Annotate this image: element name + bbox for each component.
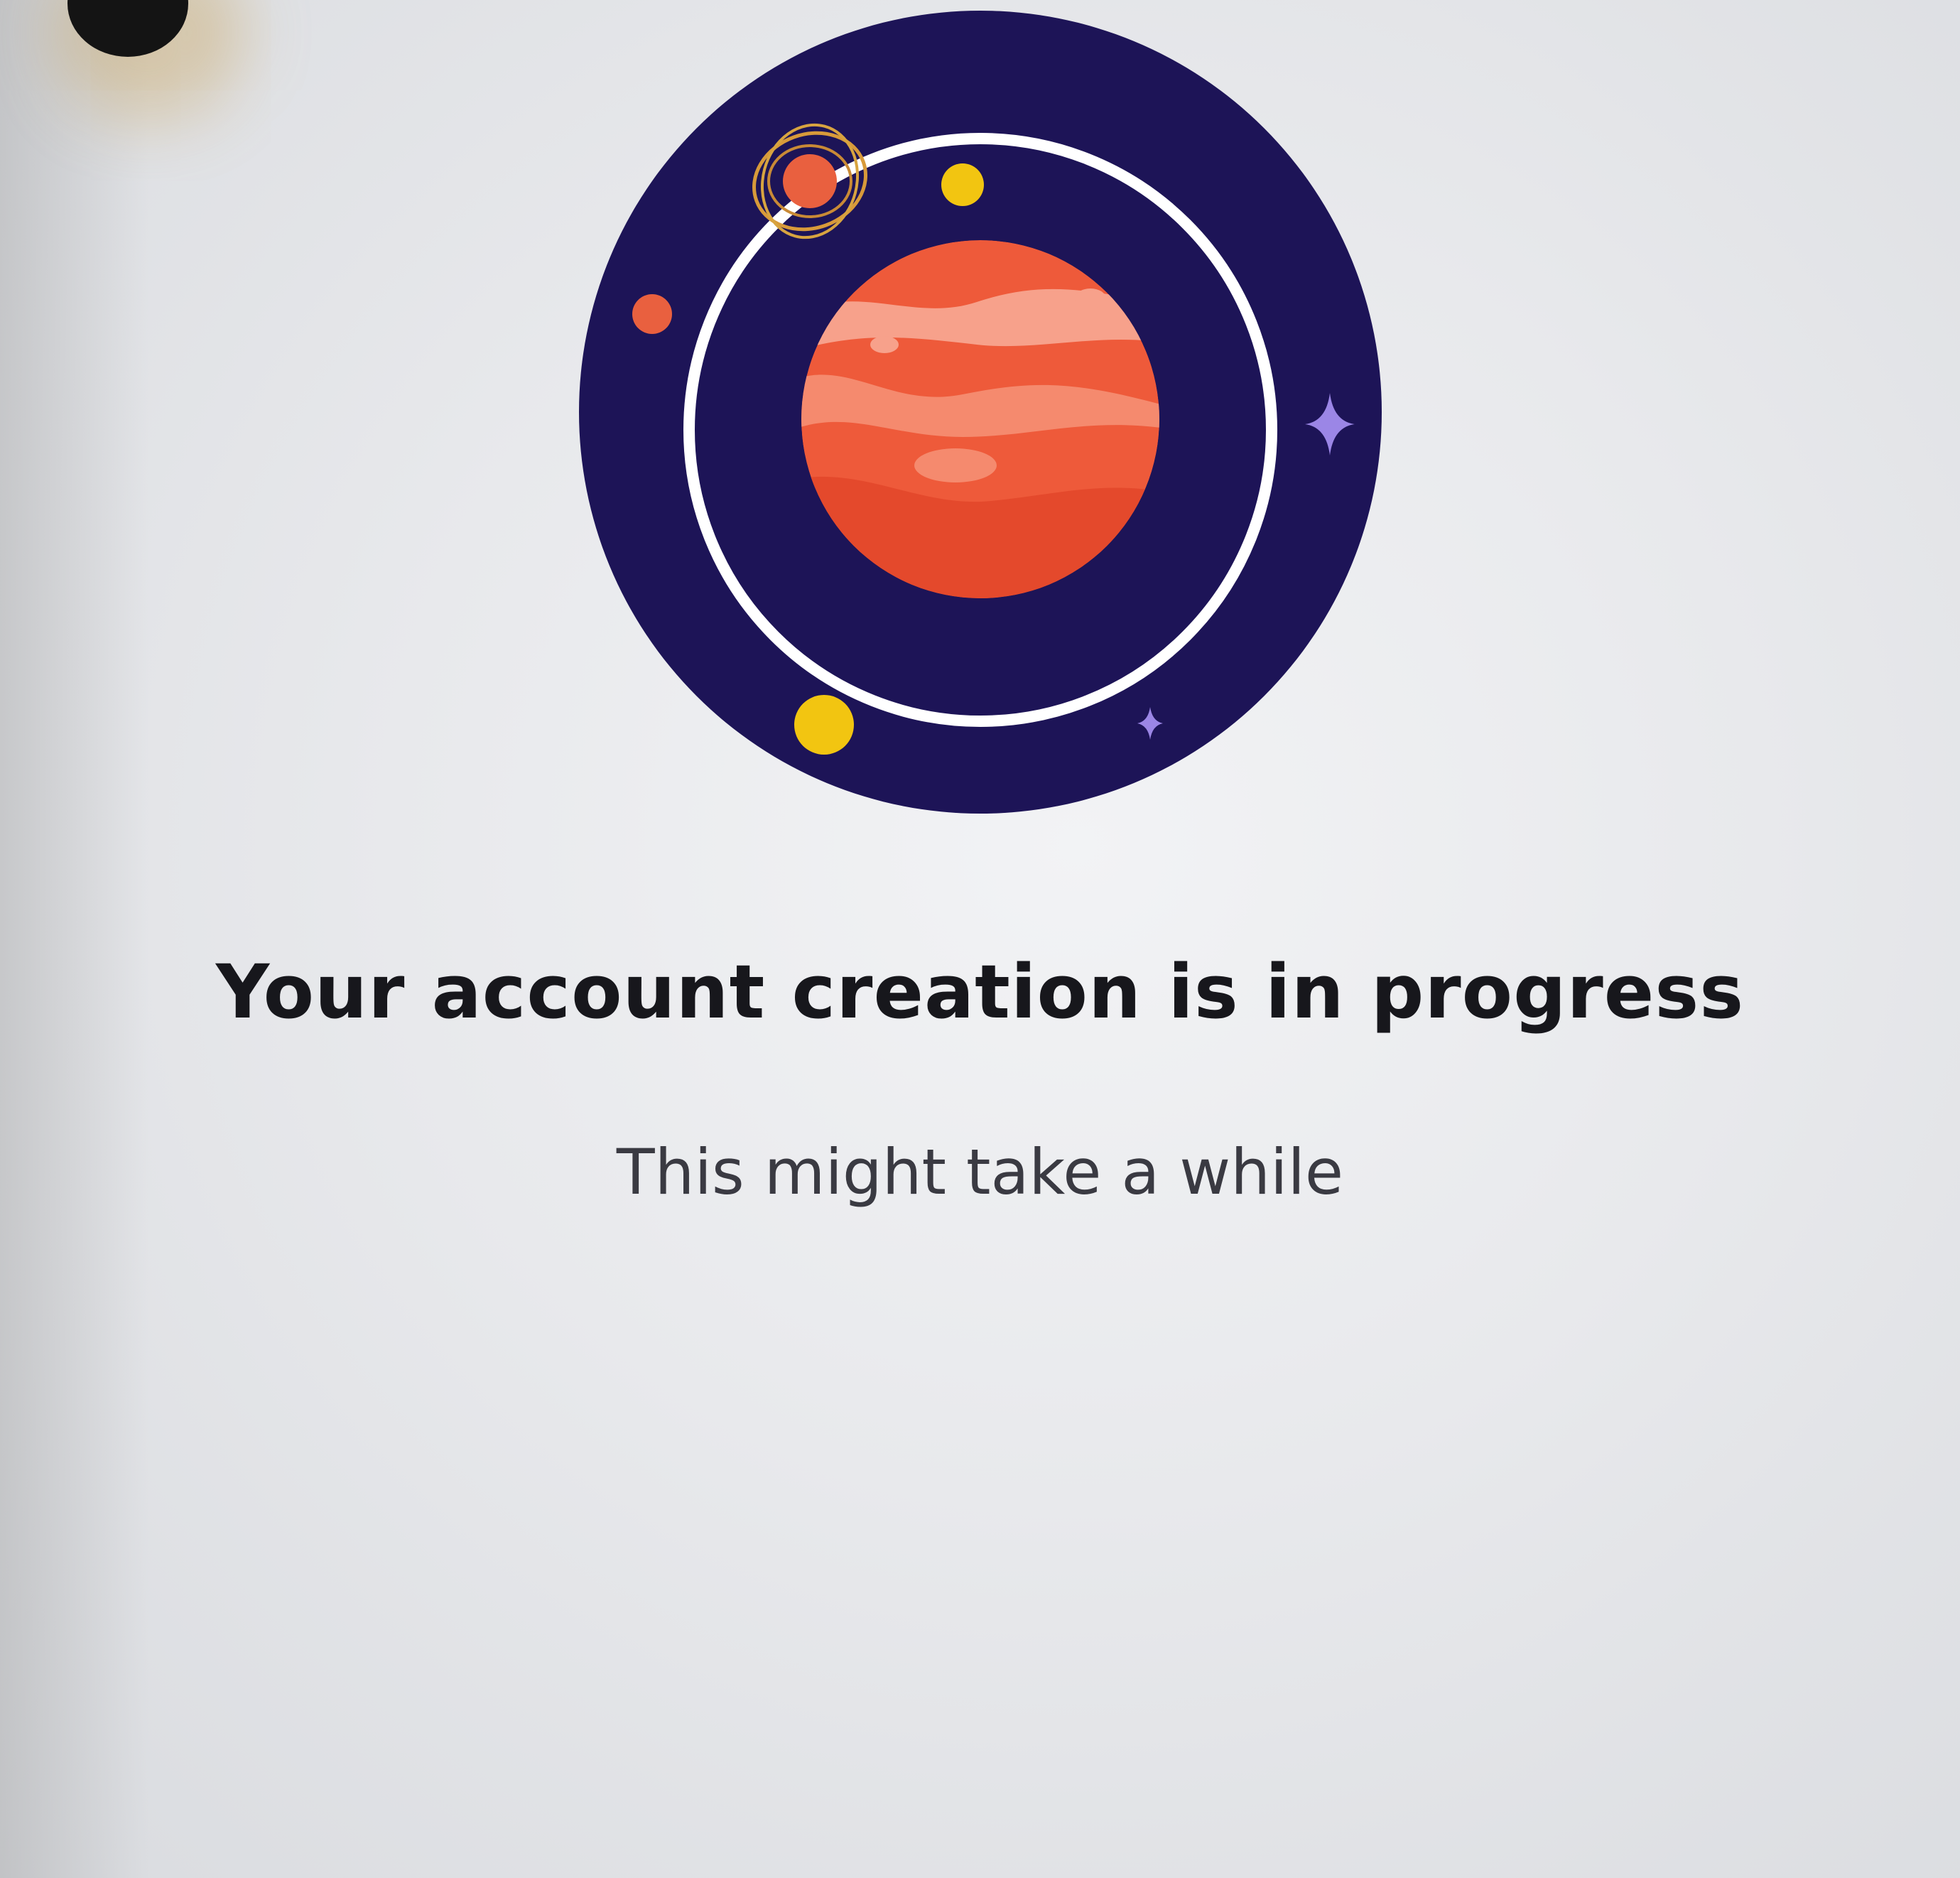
yellow-moon-large [794, 695, 854, 755]
account-creation-screen: Your account creation is in progress Thi… [0, 0, 1960, 1878]
page-title: Your account creation is in progress [215, 949, 1745, 1035]
yellow-moon-small [941, 163, 984, 206]
orange-moon [632, 294, 672, 334]
planet-orbit-illustration-icon [579, 11, 1382, 814]
screen-glare [0, 0, 149, 1878]
page-subtitle: This might take a while [616, 1135, 1344, 1209]
